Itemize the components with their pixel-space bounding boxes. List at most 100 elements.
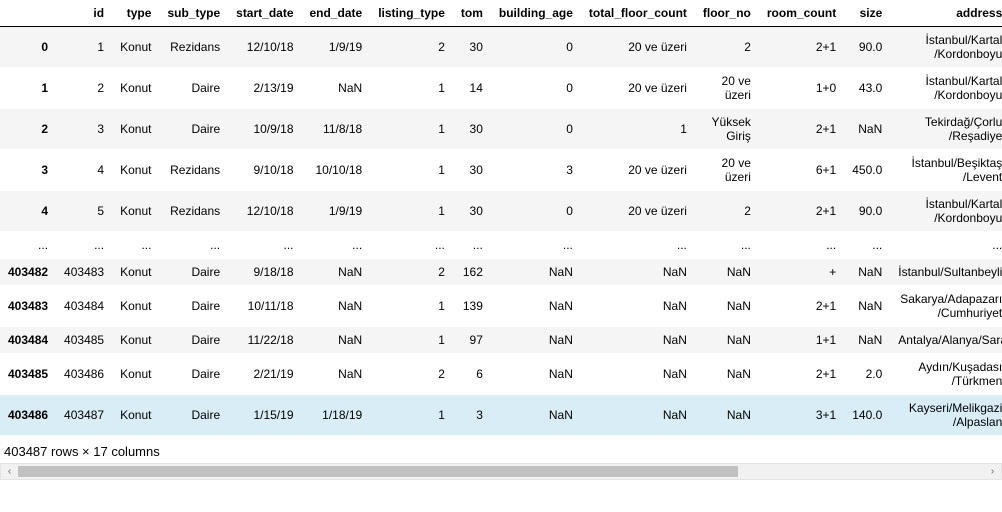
- cell-listing_type: ...: [370, 232, 453, 259]
- cell-end_date: NaN: [302, 327, 371, 354]
- cell-size: NaN: [844, 286, 890, 327]
- ellipsis-row: ........................................…: [0, 232, 1002, 259]
- dataframe-shape-label: 403487 rows × 17 columns: [0, 436, 1002, 463]
- table-row: 403486403487KonutDaire1/15/191/18/1913Na…: [0, 395, 1002, 436]
- scrollbar-thumb[interactable]: [18, 466, 738, 477]
- cell-id: 403486: [56, 354, 112, 395]
- cell-total_floor_count: 20 ve üzeri: [581, 27, 695, 68]
- cell-size: NaN: [844, 259, 890, 286]
- cell-total_floor_count: NaN: [581, 259, 695, 286]
- cell-floor_no: 2: [695, 191, 759, 232]
- cell-address: Aydın/Kuşadası /Türkmen: [890, 354, 1002, 395]
- cell-tom: 14: [453, 68, 491, 109]
- cell-total_floor_count: 1: [581, 109, 695, 150]
- column-header-tom: tom: [453, 0, 491, 27]
- scroll-left-arrow-icon[interactable]: ‹: [1, 463, 18, 480]
- cell-address: İstanbul/Beşiktaş /Levent: [890, 150, 1002, 191]
- cell-total_floor_count: 20 ve üzeri: [581, 150, 695, 191]
- table-row: 12KonutDaire2/13/19NaN114020 ve üzeri20 …: [0, 68, 1002, 109]
- table-row: 23KonutDaire10/9/1811/8/1813001Yüksek Gi…: [0, 109, 1002, 150]
- table-row: 01KonutRezidans12/10/181/9/19230020 ve ü…: [0, 27, 1002, 68]
- cell-sub_type: ...: [159, 232, 228, 259]
- row-index-cell: 3: [0, 150, 56, 191]
- cell-floor_no: NaN: [695, 395, 759, 436]
- cell-tom: 162: [453, 259, 491, 286]
- cell-floor_no: Yüksek Giriş: [695, 109, 759, 150]
- cell-start_date: 9/18/18: [228, 259, 301, 286]
- table-row: 403482403483KonutDaire9/18/18NaN2162NaNN…: [0, 259, 1002, 286]
- column-header-total_floor_count: total_floor_count: [581, 0, 695, 27]
- cell-address: Sakarya/Adapazarı /Cumhuriyet: [890, 286, 1002, 327]
- cell-start_date: 12/10/18: [228, 27, 301, 68]
- cell-start_date: 10/9/18: [228, 109, 301, 150]
- cell-floor_no: NaN: [695, 259, 759, 286]
- cell-end_date: 1/9/19: [302, 27, 371, 68]
- horizontal-scrollbar[interactable]: ‹ ›: [0, 463, 1002, 480]
- cell-sub_type: Rezidans: [159, 150, 228, 191]
- cell-address: Kayseri/Melikgazi /Alpaslan: [890, 395, 1002, 436]
- cell-listing_type: 2: [370, 259, 453, 286]
- cell-tom: 30: [453, 27, 491, 68]
- cell-end_date: NaN: [302, 354, 371, 395]
- cell-type: Konut: [112, 395, 159, 436]
- row-index-cell: 403484: [0, 327, 56, 354]
- cell-listing_type: 1: [370, 191, 453, 232]
- cell-tom: 6: [453, 354, 491, 395]
- cell-building_age: NaN: [491, 327, 581, 354]
- cell-sub_type: Daire: [159, 395, 228, 436]
- cell-size: 2.0: [844, 354, 890, 395]
- cell-start_date: 2/21/19: [228, 354, 301, 395]
- cell-type: Konut: [112, 68, 159, 109]
- cell-id: 403483: [56, 259, 112, 286]
- cell-end_date: 1/9/19: [302, 191, 371, 232]
- cell-id: 3: [56, 109, 112, 150]
- cell-tom: 139: [453, 286, 491, 327]
- cell-total_floor_count: ...: [581, 232, 695, 259]
- cell-start_date: 11/22/18: [228, 327, 301, 354]
- scrollbar-track[interactable]: [18, 464, 984, 479]
- cell-listing_type: 2: [370, 27, 453, 68]
- cell-address: İstanbul/Kartal /Kordonboyu: [890, 191, 1002, 232]
- cell-building_age: 3: [491, 150, 581, 191]
- row-index-cell: 403486: [0, 395, 56, 436]
- cell-address: İstanbul/Sultanbeyli/Adil: [890, 259, 1002, 286]
- cell-id: 403487: [56, 395, 112, 436]
- cell-end_date: 11/8/18: [302, 109, 371, 150]
- cell-id: 2: [56, 68, 112, 109]
- cell-id: 403485: [56, 327, 112, 354]
- table-row: 34KonutRezidans9/10/1810/10/18130320 ve …: [0, 150, 1002, 191]
- cell-building_age: NaN: [491, 395, 581, 436]
- cell-end_date: 10/10/18: [302, 150, 371, 191]
- cell-listing_type: 2: [370, 354, 453, 395]
- cell-building_age: 0: [491, 109, 581, 150]
- cell-id: ...: [56, 232, 112, 259]
- cell-start_date: 9/10/18: [228, 150, 301, 191]
- cell-end_date: ...: [302, 232, 371, 259]
- cell-type: Konut: [112, 354, 159, 395]
- cell-size: 43.0: [844, 68, 890, 109]
- cell-type: Konut: [112, 286, 159, 327]
- cell-end_date: NaN: [302, 68, 371, 109]
- cell-sub_type: Rezidans: [159, 27, 228, 68]
- cell-sub_type: Daire: [159, 354, 228, 395]
- cell-tom: 30: [453, 191, 491, 232]
- cell-sub_type: Daire: [159, 327, 228, 354]
- cell-floor_no: NaN: [695, 286, 759, 327]
- cell-size: NaN: [844, 109, 890, 150]
- cell-start_date: 10/11/18: [228, 286, 301, 327]
- scroll-right-arrow-icon[interactable]: ›: [984, 463, 1001, 480]
- cell-size: 90.0: [844, 27, 890, 68]
- cell-address: ...: [890, 232, 1002, 259]
- cell-floor_no: ...: [695, 232, 759, 259]
- column-header-room_count: room_count: [759, 0, 844, 27]
- cell-room_count: 2+1: [759, 109, 844, 150]
- cell-total_floor_count: NaN: [581, 354, 695, 395]
- column-header-listing_type: listing_type: [370, 0, 453, 27]
- row-index-cell: 403485: [0, 354, 56, 395]
- cell-start_date: 1/15/19: [228, 395, 301, 436]
- cell-id: 403484: [56, 286, 112, 327]
- cell-address: İstanbul/Kartal /Kordonboyu: [890, 27, 1002, 68]
- cell-type: Konut: [112, 109, 159, 150]
- column-header-end_date: end_date: [302, 0, 371, 27]
- cell-tom: 30: [453, 150, 491, 191]
